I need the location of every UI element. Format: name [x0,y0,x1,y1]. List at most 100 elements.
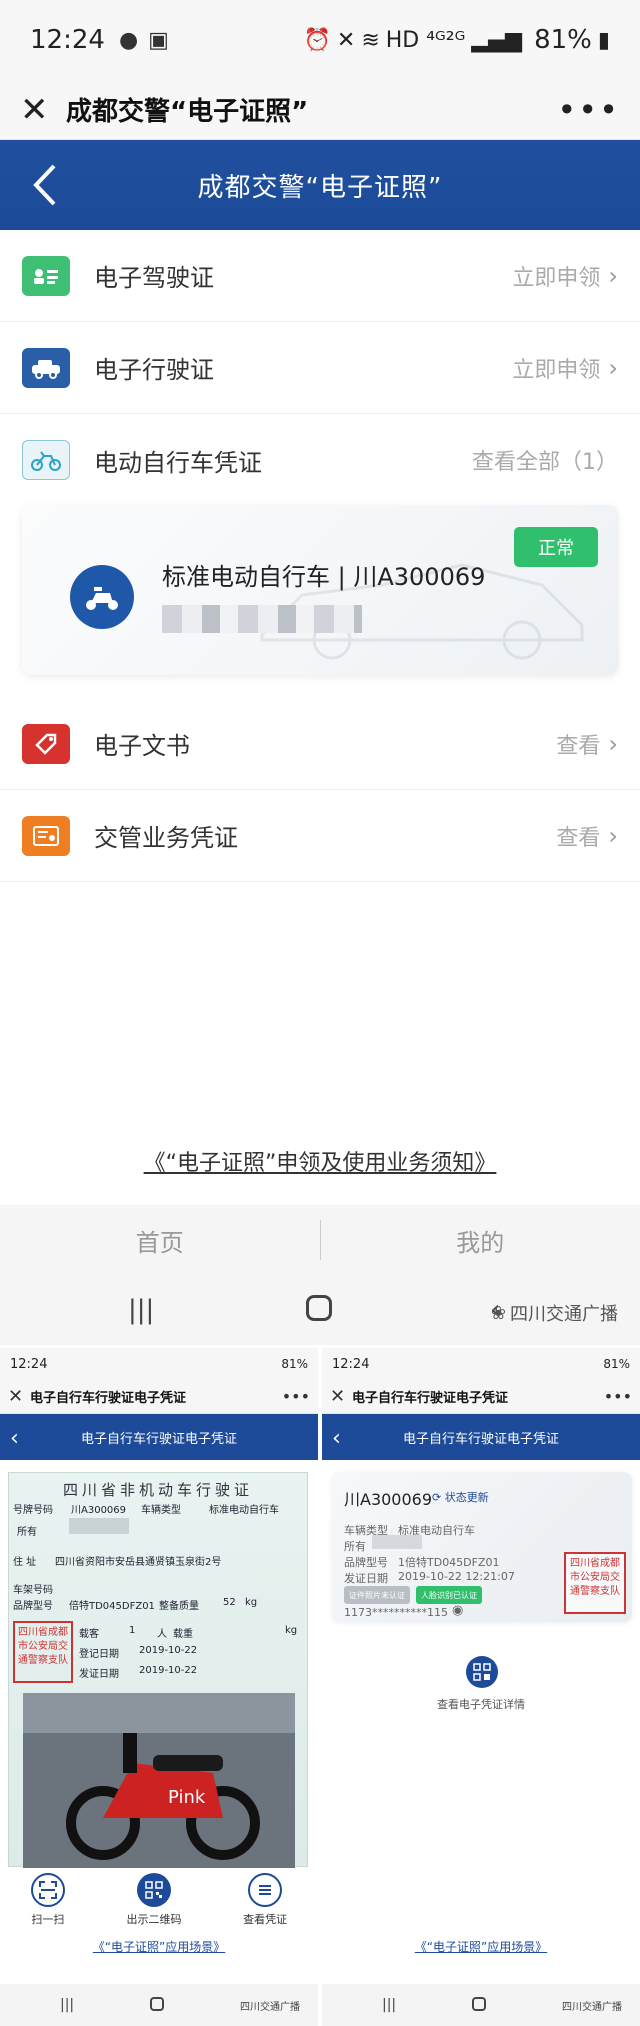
tab-mine[interactable]: 我的 [321,1223,640,1258]
home-key-icon[interactable] [306,1295,332,1321]
row-label: 电子文书 [94,732,190,760]
back-button[interactable]: ‹ [10,1426,19,1451]
android-nav-keys: ||| 四川交通广播 [322,1984,640,2026]
scenario-link[interactable]: 《“电子证照”应用场景》 [322,1938,640,1955]
recent-apps-icon[interactable]: ||| [60,1997,74,2013]
page-title: 电子自行车行驶证电子凭证 [402,1431,559,1447]
status-time: 12:24 [10,1356,48,1372]
tool-label: 出示二维码 [126,1913,182,1926]
status-bar: 12:24 81% [0,1348,318,1380]
label: 车架号码 [13,1585,53,1596]
eye-icon[interactable]: ◉ [452,1603,463,1618]
wechat-icon: ● [118,27,139,53]
police-seal: 四川省成都市公安局交通警察支队 [564,1552,626,1614]
row-ebike-voucher[interactable]: 电动自行车凭证 查看全部（1） [0,414,640,506]
label: 号牌号码 [13,1505,53,1516]
label: 品牌型号 [13,1601,53,1612]
page-navbar: 成都交警“电子证照” [0,140,640,230]
label: 车辆类型 [141,1505,181,1516]
tool-label: 查看凭证 [243,1913,288,1926]
home-key-icon[interactable] [150,1997,164,2011]
list-icon [248,1873,283,1907]
label: 发证日期 [344,1572,388,1585]
brand-value: 倍特TD045DFZ01 [69,1601,155,1612]
document-tag-icon [22,723,70,764]
wechat-titlebar: ✕ 电子自行车行驶证电子凭证 ••• [322,1380,640,1414]
more-menu-button[interactable]: ••• [557,91,620,129]
label: 整备质量 [159,1601,199,1612]
svg-text:Pink: Pink [168,1787,206,1808]
view-all-link[interactable]: 查看全部（1） [472,444,618,476]
ebike-voucher-card[interactable]: 标准电动自行车 | 川A300069 正常 [22,505,618,675]
row-traffic-business-voucher[interactable]: 交管业务凭证 查看 › [0,790,640,882]
voucher-card: 川A300069 ⟳ 状态更新 车辆类型 标准电动自行车 所有 品牌型号 1倍特… [332,1472,632,1622]
label: 载客 [79,1629,99,1640]
wifi-icon: ≋ [361,27,380,53]
wechat-title: 成都交警“电子证照” [66,97,309,127]
battery-text: 81% [603,1357,630,1371]
row-action[interactable]: 立即申领 › [512,260,618,292]
scooter-icon [70,565,134,629]
qrcode-icon [136,1873,171,1907]
back-button[interactable]: ‹ [332,1426,341,1451]
close-icon[interactable]: ✕ [8,1386,30,1407]
recent-apps-icon[interactable]: ||| [128,1295,154,1325]
reg-date: 2019-10-22 [139,1645,198,1656]
status-time: 12:24 [30,25,105,55]
close-icon[interactable]: ✕ [330,1386,352,1407]
masked-id: 1173**********115 [344,1606,448,1619]
battery-text: 81% [534,25,592,55]
brand-value: 1倍特TD045DFZ01 [398,1556,500,1569]
source-watermark: 四川交通广播 [240,2001,300,2013]
wechat-title: 电子自行车行驶证电子凭证 [352,1391,509,1406]
chevron-right-icon: › [608,729,618,758]
scan-icon [30,1873,65,1907]
show-qrcode-button[interactable]: 出示二维码 [126,1873,181,1927]
row-e-documents[interactable]: 电子文书 查看 › [0,698,640,790]
type-value: 标准电动自行车 [209,1505,279,1516]
notice-link[interactable]: 《“电子证照”申领及使用业务须知》 [0,1145,640,1177]
recent-apps-icon[interactable]: ||| [382,1997,396,2013]
qrcode-detail-button[interactable] [466,1656,498,1688]
status-right: ⏰ ✕ ≋ HD ⁴ᴳ²ᴳ ▂▄▆ 81% ▮ [303,25,610,55]
home-key-icon[interactable] [472,1997,486,2011]
row-action[interactable]: 查看 › [556,728,618,760]
row-label: 交管业务凭证 [94,824,238,852]
refresh-status-button[interactable]: ⟳ 状态更新 [432,1489,489,1505]
row-vehicle-license[interactable]: 电子行驶证 立即申领 › [0,322,640,414]
source-watermark: 四川交通广播 [562,2001,622,2013]
status-badge: 正常 [514,527,598,567]
qrcode-detail-label[interactable]: 查看电子凭证详情 [322,1696,640,1712]
chevron-left-icon [33,164,56,206]
row-driver-license[interactable]: 电子驾驶证 立即申领 › [0,230,640,322]
more-menu-button[interactable]: ••• [282,1387,310,1406]
battery-text: 81% [281,1357,308,1371]
plate-value: 川A300069 [71,1505,127,1516]
label: 发证日期 [79,1669,119,1680]
row-label: 电子行驶证 [94,356,214,384]
row-action[interactable]: 查看 › [556,820,618,852]
row-action[interactable]: 立即申领 › [512,352,618,384]
plate-number: 川A300069 [344,1490,433,1509]
weight-value: 52 [223,1597,236,1608]
back-button[interactable] [22,158,72,212]
close-icon[interactable]: ✕ [20,90,66,130]
scenario-link[interactable]: 《“电子证照”应用场景》 [0,1938,318,1955]
scan-button[interactable]: 扫一扫 [30,1873,65,1927]
tab-home[interactable]: 首页 [0,1223,320,1258]
source-watermark: ❀ 四川交通广播 [490,1302,618,1326]
chevron-right-icon: › [608,353,618,382]
load-unit: kg [285,1625,298,1636]
screenshot-collage: 12:24 ● ▣ ⏰ ✕ ≋ HD ⁴ᴳ²ᴳ ▂▄▆ 81% ▮ ✕ 成都交警… [0,0,640,2026]
passenger-value: 1 [129,1625,136,1636]
masked-owner [69,1518,129,1534]
ebike-photo: Pink [23,1693,295,1868]
label: 所有 [344,1540,366,1553]
id-card-icon [22,255,70,296]
bottom-tabbar: 首页 我的 [0,1205,640,1275]
image-icon: ▣ [148,27,169,53]
view-voucher-button[interactable]: 查看凭证 [243,1873,287,1927]
more-menu-button[interactable]: ••• [604,1387,632,1406]
face-verified-badge: 人脸识别已认证 [416,1586,482,1604]
photo-unverified-badge: 证件照片未认证 [344,1586,410,1604]
